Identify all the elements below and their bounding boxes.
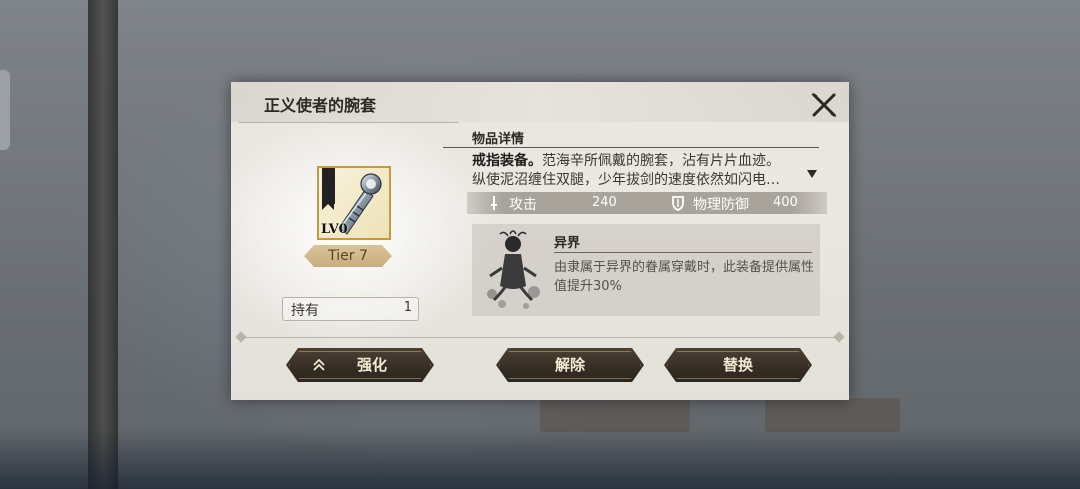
- hold-label: 持有: [291, 303, 319, 319]
- stat-value-defense: 400: [773, 195, 798, 210]
- remove-button[interactable]: 解除: [496, 348, 644, 382]
- desc-text: 范海辛所佩戴的腕套，沾有片片血迹。: [542, 153, 780, 169]
- replace-label: 替换: [722, 356, 753, 374]
- expand-arrow-icon[interactable]: [807, 170, 817, 178]
- stat-label-defense: 物理防御: [693, 197, 749, 213]
- background-button: [540, 398, 690, 432]
- world-bonus-title: 异界: [554, 236, 581, 251]
- stat-label-attack: 攻击: [509, 197, 537, 213]
- shield-icon: [672, 196, 684, 211]
- background-shade: [0, 429, 1080, 489]
- equipment-dialog: 正义使者的腕套 LV0 Tier 7 持有 1 物品详情 戒指装备。范海辛所佩戴…: [231, 82, 849, 400]
- item-level: LV0: [321, 222, 348, 237]
- replace-button[interactable]: 替换: [664, 348, 812, 382]
- close-icon: [811, 93, 837, 117]
- double-chevron-up-icon: [312, 358, 326, 372]
- divider-ornament: [833, 331, 845, 343]
- item-description[interactable]: 戒指装备。范海辛所佩戴的腕套，沾有片片血迹。 纵使泥沼缠住双腿，少年拔剑的速度依…: [472, 152, 792, 190]
- desc-text-line2: 纵使泥沼缠住双腿，少年拔剑的速度依然如闪电…: [472, 172, 780, 188]
- close-button[interactable]: [809, 90, 839, 120]
- title-underline: [239, 122, 459, 123]
- dialog-title: 正义使者的腕套: [264, 96, 377, 115]
- stat-value-attack: 240: [592, 195, 617, 210]
- background-pole: [88, 0, 118, 489]
- enhance-button[interactable]: 强化: [286, 348, 434, 382]
- item-icon-frame[interactable]: LV0: [317, 166, 391, 240]
- stats-bar: 攻击 240 物理防御 400: [467, 192, 827, 214]
- enhance-label: 强化: [356, 356, 387, 374]
- footer-divider: [241, 337, 839, 338]
- background-edge-tab: [0, 70, 10, 150]
- background-button: [765, 398, 900, 432]
- otherworld-figure-icon: [487, 230, 540, 309]
- divider-ornament: [235, 331, 247, 343]
- details-section-title: 物品详情: [472, 132, 525, 147]
- world-bonus-desc: 由隶属于异界的眷属穿戴时，此装备提供属性值提升30%: [554, 260, 815, 294]
- details-underline: [443, 147, 819, 148]
- desc-emphasis: 戒指装备。: [472, 153, 542, 169]
- world-underline: [554, 252, 812, 253]
- hold-count-box: 持有 1: [282, 297, 419, 321]
- tier-badge: Tier 7: [304, 245, 392, 267]
- world-bonus-panel: 异界 由隶属于异界的眷属穿戴时，此装备提供属性值提升30%: [472, 224, 820, 316]
- remove-label: 解除: [554, 356, 585, 374]
- sword-icon: [491, 196, 497, 210]
- hold-count: 1: [403, 300, 412, 315]
